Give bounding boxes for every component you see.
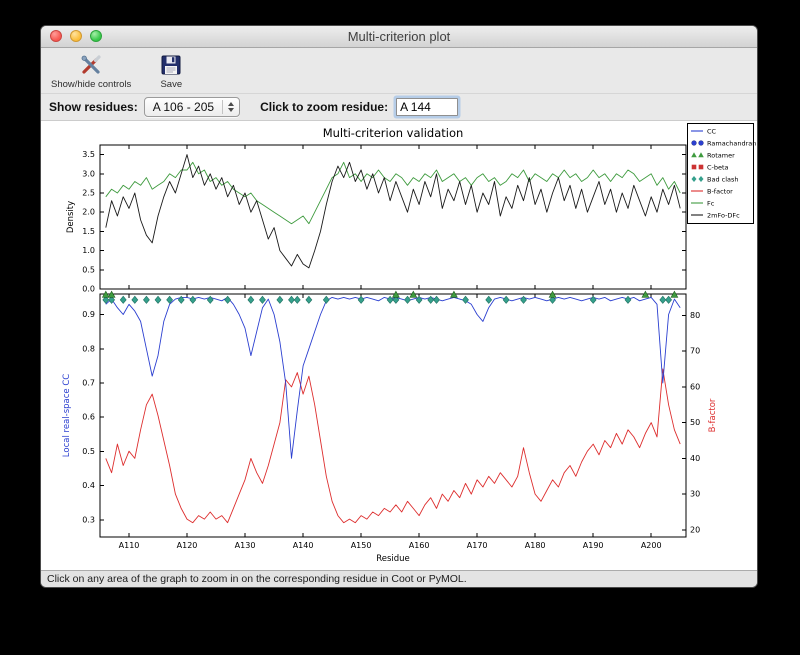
svg-text:A200: A200 [641, 541, 662, 550]
status-text: Click on any area of the graph to zoom i… [47, 573, 467, 585]
svg-text:A140: A140 [293, 541, 314, 550]
svg-text:Residue: Residue [376, 554, 410, 564]
toolbar: Show/hide controls Save [41, 48, 757, 94]
svg-text:0.3: 0.3 [82, 515, 95, 524]
controls-row: Show residues: A 106 - 205 Click to zoom… [41, 94, 757, 121]
svg-text:A120: A120 [177, 541, 198, 550]
svg-text:20: 20 [690, 525, 700, 534]
svg-text:0.0: 0.0 [82, 285, 95, 294]
svg-text:1.0: 1.0 [82, 246, 95, 255]
svg-text:B-factor: B-factor [707, 187, 733, 195]
svg-text:Density: Density [66, 201, 76, 233]
svg-text:70: 70 [690, 347, 700, 356]
floppy-disk-icon [159, 52, 183, 78]
svg-text:3.5: 3.5 [82, 150, 95, 159]
show-hide-controls-label: Show/hide controls [51, 79, 132, 90]
residue-range-dropdown[interactable]: A 106 - 205 [143, 97, 241, 117]
svg-text:A190: A190 [583, 541, 604, 550]
svg-text:0.6: 0.6 [82, 413, 95, 422]
svg-text:0.4: 0.4 [82, 481, 95, 490]
svg-text:A110: A110 [119, 541, 140, 550]
svg-text:Ramachandran: Ramachandran [707, 139, 756, 147]
svg-text:Local real-space CC: Local real-space CC [62, 374, 72, 457]
minimize-button[interactable] [70, 30, 82, 42]
svg-text:30: 30 [690, 490, 700, 499]
dropdown-stepper-icon [222, 100, 235, 114]
svg-text:60: 60 [690, 382, 700, 391]
show-residues-label: Show residues: [49, 100, 138, 114]
svg-text:2.0: 2.0 [82, 208, 95, 217]
crossed-tools-icon [78, 52, 104, 78]
svg-text:80: 80 [690, 311, 700, 320]
svg-text:A130: A130 [235, 541, 256, 550]
svg-text:CC: CC [707, 127, 717, 135]
status-bar: Click on any area of the graph to zoom i… [41, 570, 757, 587]
svg-text:Rotamer: Rotamer [707, 151, 735, 159]
multi-criterion-figure[interactable]: 0.0 0.5 1.0 1.5 2.0 2.5 3.0 3.5 0.3 0.4 0.5 0.6 0.7 0… [41, 121, 757, 570]
residue-range-value: A 106 - 205 [152, 100, 215, 114]
svg-text:0.5: 0.5 [82, 265, 95, 274]
save-button[interactable]: Save [159, 52, 183, 90]
svg-text:A170: A170 [467, 541, 488, 550]
svg-text:C-beta: C-beta [707, 163, 729, 171]
svg-text:50: 50 [690, 418, 700, 427]
svg-text:2.5: 2.5 [82, 189, 95, 198]
svg-text:0.7: 0.7 [82, 378, 95, 387]
zoom-residue-label: Click to zoom residue: [260, 100, 389, 114]
zoom-window-button[interactable] [90, 30, 102, 42]
svg-text:B-factor: B-factor [708, 398, 718, 432]
show-hide-controls-button[interactable]: Show/hide controls [51, 52, 131, 90]
svg-text:2mFo-DFc: 2mFo-DFc [707, 211, 740, 219]
svg-text:40: 40 [690, 454, 700, 463]
save-label: Save [160, 79, 183, 90]
plot-area[interactable]: 0.0 0.5 1.0 1.5 2.0 2.5 3.0 3.5 0.3 0.4 0.5 0.6 0.7 0… [41, 121, 757, 570]
multi-criterion-plot-window: Multi-criterion plot Show/hide controls [40, 25, 758, 588]
close-button[interactable] [50, 30, 62, 42]
svg-text:A180: A180 [525, 541, 546, 550]
svg-text:Bad clash: Bad clash [707, 175, 739, 183]
zoom-residue-input[interactable] [396, 98, 459, 116]
svg-text:3.0: 3.0 [82, 169, 95, 178]
svg-text:1.5: 1.5 [82, 227, 95, 236]
traffic-lights [50, 30, 102, 42]
titlebar[interactable]: Multi-criterion plot [41, 26, 757, 48]
svg-text:A160: A160 [409, 541, 430, 550]
svg-text:Multi-criterion validation: Multi-criterion validation [323, 126, 464, 140]
window-title: Multi-criterion plot [347, 29, 451, 44]
svg-text:Fc: Fc [707, 199, 715, 207]
svg-text:0.8: 0.8 [82, 344, 95, 353]
svg-text:A150: A150 [351, 541, 372, 550]
svg-text:0.9: 0.9 [82, 310, 95, 319]
svg-text:0.5: 0.5 [82, 447, 95, 456]
